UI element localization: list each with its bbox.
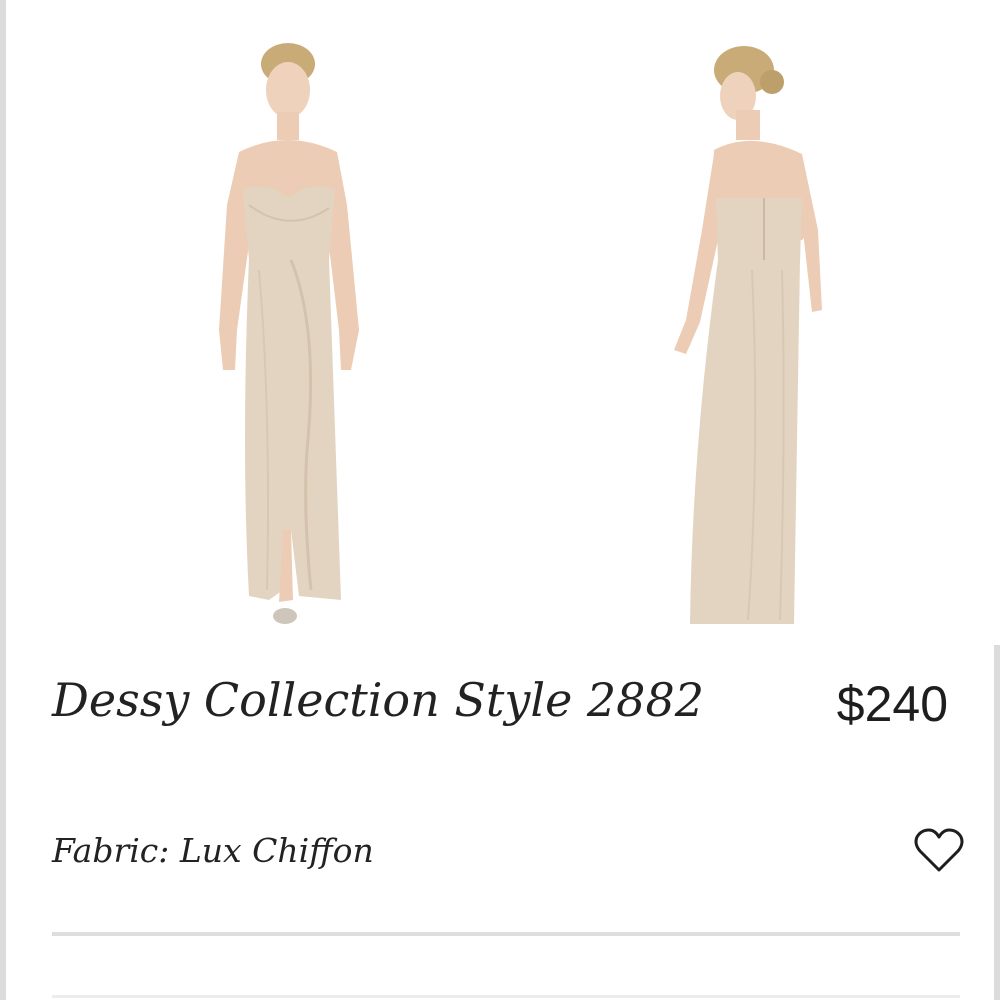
product-title: Dessy Collection Style 2882: [52, 673, 704, 727]
product-gallery: [12, 0, 1000, 645]
section-divider-bottom: [52, 995, 960, 998]
heart-outline-icon: [914, 828, 964, 872]
product-card: Dessy Collection Style 2882 $240 Fabric:…: [0, 0, 1000, 1000]
back-view-photo[interactable]: [652, 30, 852, 650]
section-divider: [52, 932, 960, 936]
favorite-button[interactable]: [912, 826, 966, 876]
product-fabric: Fabric: Lux Chiffon: [52, 831, 374, 870]
front-view-photo[interactable]: [179, 30, 399, 650]
product-price: $240: [836, 676, 948, 732]
